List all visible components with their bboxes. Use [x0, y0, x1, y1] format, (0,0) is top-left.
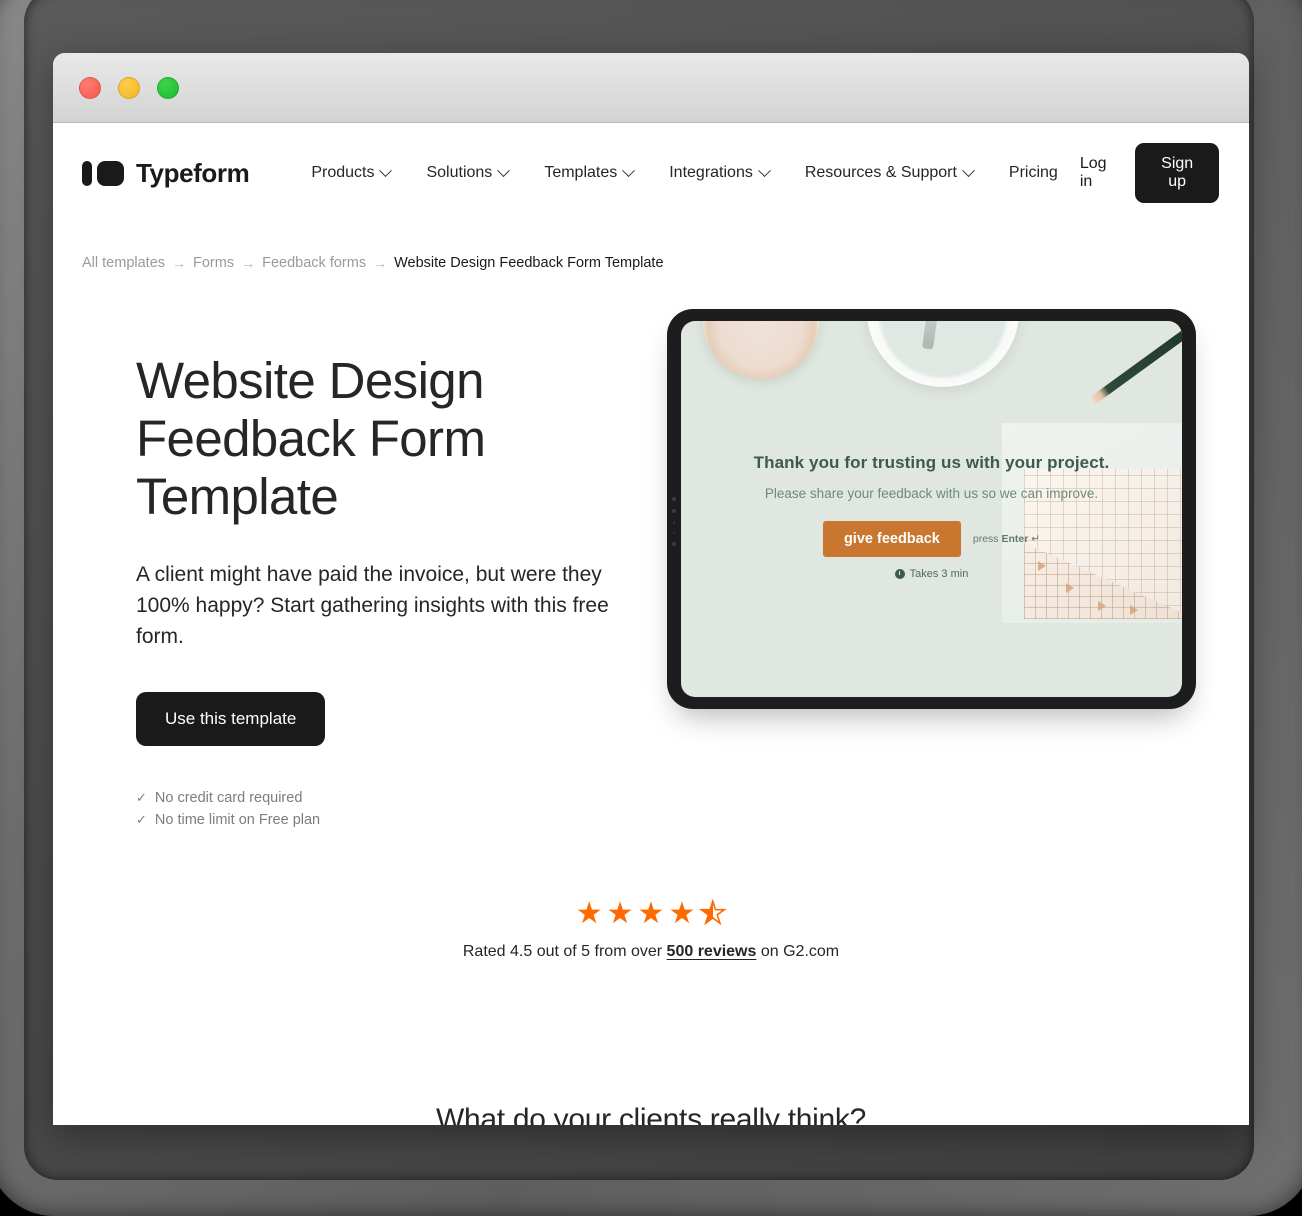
reviews-link[interactable]: 500 reviews: [667, 943, 757, 960]
hero-right-column: Thank you for trusting us with your proj…: [656, 309, 1229, 831]
browser-window: Typeform Products Solutions Templates In…: [53, 53, 1249, 1125]
hero-perks-list: ✓ No credit card required ✓ No time limi…: [136, 787, 656, 831]
check-icon: ✓: [136, 812, 147, 827]
half-star-icon: ★: [699, 898, 728, 930]
brand-name: Typeform: [136, 157, 250, 188]
press-enter-key: Enter: [1001, 533, 1029, 545]
nav-item-label: Pricing: [1008, 164, 1058, 181]
nav-actions: Log in Sign up: [1076, 143, 1219, 203]
pencil-prop: [1089, 327, 1182, 405]
login-link[interactable]: Log in: [1076, 147, 1117, 199]
chevron-down-icon: [497, 163, 511, 177]
nav-item-label: Resources & Support: [804, 164, 957, 181]
takes-time-label: Takes 3 min: [909, 568, 969, 580]
breadcrumb-separator-icon: →: [373, 255, 388, 271]
nav-item-pricing[interactable]: Pricing: [991, 156, 1076, 190]
star-rating: ★ ★ ★ ★ ★: [575, 897, 728, 930]
coffee-cup-prop: [703, 321, 819, 379]
press-enter-prefix: press: [972, 533, 1002, 545]
form-preview-title: Thank you for trusting us with your proj…: [753, 453, 1110, 472]
perk-item: ✓ No time limit on Free plan: [136, 809, 656, 831]
breadcrumb: All templates → Forms → Feedback forms →…: [53, 255, 1249, 271]
takes-time-row: Takes 3 min: [707, 568, 1156, 580]
nav-item-templates[interactable]: Templates: [526, 156, 651, 190]
rating-text-prefix: Rated 4.5 out of 5 from over: [462, 943, 667, 960]
close-window-button[interactable]: [79, 77, 101, 99]
form-preview-cta-row: give feedback press Enter ↵: [707, 521, 1156, 557]
breadcrumb-item-all-templates[interactable]: All templates: [82, 255, 165, 271]
check-icon: ✓: [136, 790, 147, 805]
typeform-logo-icon: [82, 160, 124, 186]
form-preview-screen: Thank you for trusting us with your proj…: [681, 321, 1182, 697]
form-preview-subtitle: Please share your feedback with us so we…: [764, 486, 1099, 501]
nav-item-label: Products: [311, 164, 375, 181]
breadcrumb-separator-icon: →: [172, 255, 187, 271]
press-enter-hint: press Enter ↵: [973, 533, 1040, 545]
enter-return-icon: ↵: [1028, 533, 1041, 545]
breadcrumb-item-forms[interactable]: Forms: [193, 255, 234, 271]
perk-label: No time limit on Free plan: [154, 812, 321, 828]
nav-item-label: Integrations: [669, 164, 753, 181]
tablet-mockup: Thank you for trusting us with your proj…: [667, 309, 1196, 709]
perk-label: No credit card required: [154, 790, 303, 806]
chevron-down-icon: [757, 163, 771, 177]
tablet-side-buttons: [672, 497, 676, 546]
star-icon: ★: [606, 897, 634, 930]
clock-icon: [894, 569, 905, 579]
nav-item-label: Templates: [544, 164, 618, 181]
plate-prop: [867, 321, 1019, 387]
rating-text: Rated 4.5 out of 5 from over 500 reviews…: [53, 943, 1249, 961]
signup-button[interactable]: Sign up: [1135, 143, 1219, 203]
nav-item-resources-support[interactable]: Resources & Support: [787, 156, 991, 190]
minimize-window-button[interactable]: [118, 77, 140, 99]
brand-logo[interactable]: Typeform: [82, 157, 250, 189]
breadcrumb-separator-icon: →: [241, 255, 256, 271]
hero-description: A client might have paid the invoice, bu…: [136, 563, 609, 648]
form-preview-content: Thank you for trusting us with your proj…: [681, 453, 1182, 580]
give-feedback-button[interactable]: give feedback: [822, 521, 961, 557]
traffic-lights: [79, 77, 179, 99]
hero-left-column: Website Design Feedback Form Template A …: [136, 309, 656, 831]
chevron-down-icon: [962, 163, 975, 177]
chevron-down-icon: [379, 163, 393, 177]
rating-text-suffix: on G2.com: [756, 943, 840, 960]
hero-section: Website Design Feedback Form Template A …: [53, 309, 1249, 831]
maximize-window-button[interactable]: [157, 77, 179, 99]
page-title: Website Design Feedback Form Template: [136, 352, 486, 525]
section-heading: What do your clients really think?: [435, 1103, 866, 1125]
nav-links: Products Solutions Templates Integration…: [293, 156, 1075, 190]
browser-title-bar: [53, 53, 1249, 123]
nav-item-label: Solutions: [426, 164, 493, 181]
star-icon: ★: [668, 897, 696, 930]
star-icon: ★: [637, 897, 665, 930]
chevron-down-icon: [622, 163, 636, 177]
rating-block: ★ ★ ★ ★ ★ Rated 4.5 out of 5 from over 5…: [53, 897, 1249, 961]
breadcrumb-current: Website Design Feedback Form Template: [394, 255, 664, 271]
page-content: Typeform Products Solutions Templates In…: [53, 123, 1249, 1125]
nav-item-products[interactable]: Products: [293, 156, 408, 190]
breadcrumb-item-feedback-forms[interactable]: Feedback forms: [262, 255, 366, 271]
site-navigation: Typeform Products Solutions Templates In…: [53, 123, 1249, 223]
perk-item: ✓ No credit card required: [136, 787, 656, 809]
use-this-template-button[interactable]: Use this template: [136, 692, 326, 746]
nav-item-solutions[interactable]: Solutions: [408, 156, 526, 190]
nav-item-integrations[interactable]: Integrations: [651, 156, 787, 190]
star-icon: ★: [575, 897, 603, 930]
